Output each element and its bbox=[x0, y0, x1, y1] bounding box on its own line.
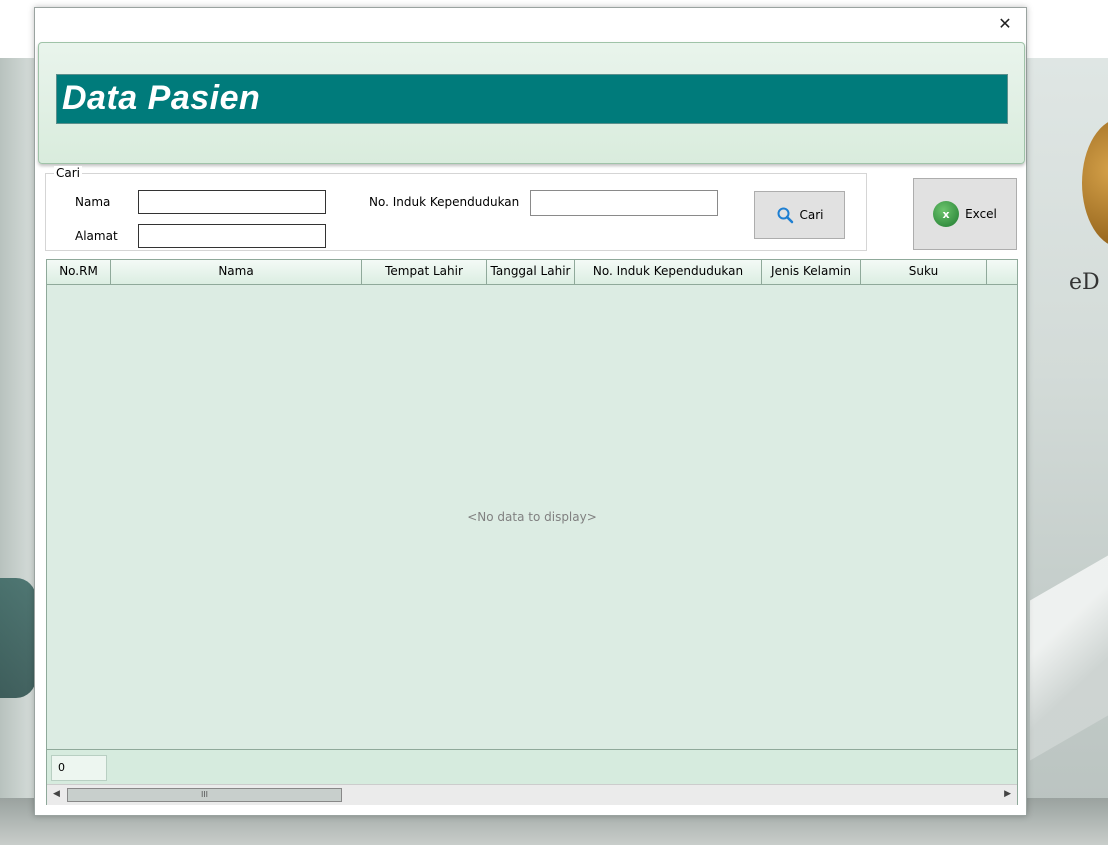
empty-message: <No data to display> bbox=[467, 510, 597, 524]
excel-icon-letter: x bbox=[942, 207, 950, 221]
grid-footer: 0 bbox=[47, 749, 1017, 784]
nik-label: No. Induk Kependudukan bbox=[369, 195, 520, 209]
row-count: 0 bbox=[51, 755, 107, 781]
cari-button-label: Cari bbox=[799, 208, 824, 222]
nama-input[interactable] bbox=[138, 190, 326, 214]
column-header-tanggal-lahir[interactable]: Tanggal Lahir bbox=[487, 260, 575, 284]
bg-logo-circle bbox=[1082, 118, 1108, 248]
bg-arm bbox=[1030, 555, 1108, 761]
column-header-no-rm[interactable]: No.RM bbox=[47, 260, 111, 284]
horizontal-scrollbar[interactable]: ◀ III ▶ bbox=[47, 784, 1017, 805]
bg-chair bbox=[0, 578, 36, 698]
cari-button[interactable]: Cari bbox=[754, 191, 845, 239]
header-panel: Data Pasien bbox=[38, 42, 1025, 164]
nama-label: Nama bbox=[75, 195, 111, 209]
column-header-extra[interactable] bbox=[987, 260, 1017, 284]
excel-button[interactable]: x Excel bbox=[913, 178, 1017, 250]
data-pasien-dialog: ✕ Data Pasien Cari Nama Alamat No. Induk… bbox=[34, 7, 1027, 816]
nik-input[interactable] bbox=[530, 190, 718, 216]
close-icon[interactable]: ✕ bbox=[996, 15, 1014, 33]
search-legend: Cari bbox=[54, 166, 82, 180]
scroll-left-icon[interactable]: ◀ bbox=[53, 789, 60, 799]
title-bar: Data Pasien bbox=[56, 74, 1008, 124]
scroll-right-icon[interactable]: ▶ bbox=[1004, 789, 1011, 799]
patient-grid[interactable]: No.RM Nama Tempat Lahir Tanggal Lahir No… bbox=[46, 259, 1018, 805]
excel-button-label: Excel bbox=[965, 207, 997, 221]
page-title: Data Pasien bbox=[62, 79, 261, 117]
grid-header: No.RM Nama Tempat Lahir Tanggal Lahir No… bbox=[47, 260, 1017, 285]
column-header-nama[interactable]: Nama bbox=[111, 260, 362, 284]
search-icon bbox=[777, 207, 793, 224]
column-header-suku[interactable]: Suku bbox=[861, 260, 987, 284]
alamat-label: Alamat bbox=[75, 229, 118, 243]
bg-wall bbox=[0, 58, 36, 845]
column-header-jenis-kelamin[interactable]: Jenis Kelamin bbox=[762, 260, 861, 284]
column-header-nik[interactable]: No. Induk Kependudukan bbox=[575, 260, 762, 284]
excel-icon: x bbox=[933, 201, 960, 227]
column-header-tempat-lahir[interactable]: Tempat Lahir bbox=[362, 260, 487, 284]
background-logo-text: eD bbox=[1069, 270, 1100, 295]
alamat-input[interactable] bbox=[138, 224, 326, 248]
scroll-thumb[interactable]: III bbox=[67, 788, 342, 802]
search-group: Cari Nama Alamat No. Induk Kependudukan … bbox=[45, 166, 867, 251]
